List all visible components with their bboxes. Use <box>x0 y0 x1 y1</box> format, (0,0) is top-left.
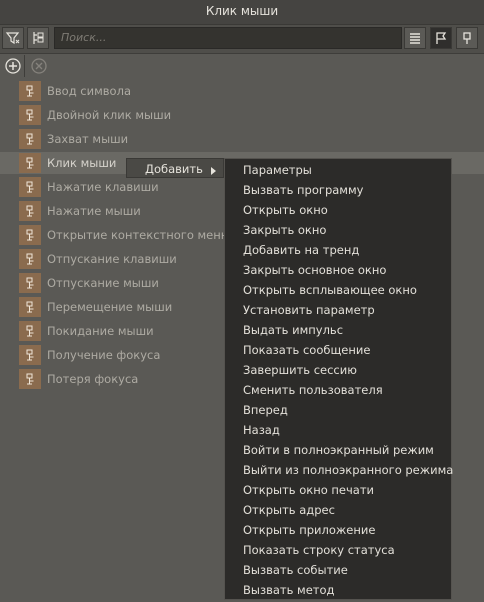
tree-item-label: Клик мыши <box>47 156 117 170</box>
menu-item[interactable]: Открыть адрес <box>225 500 451 520</box>
menu-item[interactable]: Вызвать метод <box>225 580 451 600</box>
tree-item-label: Захват мыши <box>47 132 129 146</box>
menu-item[interactable]: Закрыть окно <box>225 220 451 240</box>
tree-collapse-icon[interactable] <box>27 27 49 49</box>
menu-item[interactable]: Открыть окно <box>225 200 451 220</box>
event-icon <box>19 129 41 149</box>
menu-item[interactable]: Назад <box>225 420 451 440</box>
tree-item-label: Отпускание клавиши <box>47 252 177 266</box>
event-icon <box>19 153 41 173</box>
tree-item-label: Нажатие мыши <box>47 204 141 218</box>
tree-item-label: Получение фокуса <box>47 348 161 362</box>
event-icon <box>19 369 41 389</box>
menu-item[interactable]: Вызвать событие <box>225 560 451 580</box>
event-icon <box>19 345 41 365</box>
event-icon <box>19 321 41 341</box>
event-icon <box>19 249 41 269</box>
tree-item[interactable]: Двойной клик мыши <box>0 104 484 126</box>
menu-item[interactable]: Открыть приложение <box>225 520 451 540</box>
window-title: Клик мыши <box>0 0 484 25</box>
event-icon <box>19 273 41 293</box>
menu-item[interactable]: Закрыть основное окно <box>225 260 451 280</box>
menu-item[interactable]: Показать сообщение <box>225 340 451 360</box>
menu-item[interactable]: Вызвать программу <box>225 180 451 200</box>
tree-item-label: Нажатие клавиши <box>47 180 159 194</box>
tree-item-label: Двойной клик мыши <box>47 108 172 122</box>
event-icon <box>19 105 41 125</box>
menu-item[interactable]: Установить параметр <box>225 300 451 320</box>
action-bar <box>0 54 484 78</box>
add-icon[interactable] <box>2 55 25 77</box>
event-icon <box>19 297 41 317</box>
add-menu-label: Добавить <box>145 162 203 176</box>
menu-item[interactable]: Выдать импульс <box>225 320 451 340</box>
toolbar: Поиск... <box>0 25 484 54</box>
tree-item-label: Отпускание мыши <box>47 276 159 290</box>
menu-item[interactable]: Завершить сессию <box>225 360 451 380</box>
tree-item-label: Перемещение мыши <box>47 300 173 314</box>
add-menu-item[interactable]: Добавить <box>126 158 224 178</box>
tree-item-label: Потеря фокуса <box>47 372 139 386</box>
event-icon <box>19 81 41 101</box>
menu-item[interactable]: Показать строку статуса <box>225 540 451 560</box>
search-input[interactable]: Поиск... <box>54 27 402 49</box>
pin-icon[interactable] <box>456 27 478 49</box>
filter-icon[interactable] <box>2 27 24 49</box>
menu-item[interactable]: Сменить пользователя <box>225 380 451 400</box>
list-view-icon[interactable] <box>404 27 426 49</box>
actions-submenu: Параметры Вызвать программу Открыть окно… <box>224 158 453 600</box>
tree-item-label: Покидание мыши <box>47 324 154 338</box>
menu-item[interactable]: Параметры <box>225 160 451 180</box>
tree-item[interactable]: Ввод символа <box>0 80 484 102</box>
tree-item[interactable]: Захват мыши <box>0 128 484 150</box>
menu-item[interactable]: Добавить на тренд <box>225 240 451 260</box>
submenu-arrow-icon <box>211 164 217 178</box>
remove-icon[interactable] <box>28 55 50 77</box>
event-icon <box>19 201 41 221</box>
menu-item[interactable]: Войти в полноэкранный режим <box>225 440 451 460</box>
flag-icon[interactable] <box>430 27 452 49</box>
menu-item[interactable]: Выйти из полноэкранного режима <box>225 460 453 480</box>
event-icon <box>19 177 41 197</box>
menu-item[interactable]: Открыть всплывающее окно <box>225 280 451 300</box>
tree-item-label: Ввод символа <box>47 84 131 98</box>
tree-item-label: Открытие контекстного меню <box>47 228 231 242</box>
menu-item[interactable]: Открыть окно печати <box>225 480 451 500</box>
event-icon <box>19 225 41 245</box>
menu-item[interactable]: Вперед <box>225 400 451 420</box>
